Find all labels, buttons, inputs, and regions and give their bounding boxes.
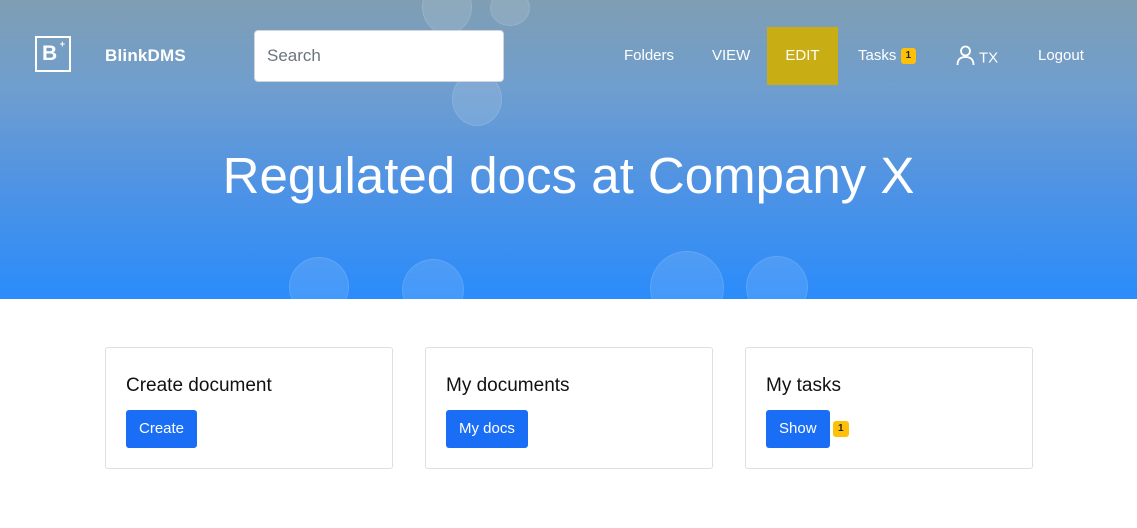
card-title: My documents (446, 375, 570, 396)
top-navbar: B + BlinkDMS Folders VIEW EDIT Tasks 1 T… (0, 0, 1137, 112)
create-button[interactable]: Create (126, 410, 198, 448)
nav-logout[interactable]: Logout (1038, 46, 1084, 66)
show-tasks-button[interactable]: Show (766, 410, 830, 448)
nav-edit[interactable]: EDIT (767, 27, 838, 85)
brand-logo-icon[interactable]: B + (35, 36, 71, 72)
decorative-bubble (402, 259, 464, 299)
nav-user[interactable]: TX (956, 45, 998, 72)
nav-view[interactable]: VIEW (712, 46, 750, 66)
card-my-tasks: My tasks Show 1 (745, 347, 1033, 469)
tasks-count-badge: 1 (833, 421, 849, 437)
card-my-documents: My documents My docs (425, 347, 713, 469)
logo-letter: B (42, 42, 58, 65)
user-icon (956, 45, 975, 72)
my-docs-button[interactable]: My docs (446, 410, 528, 448)
logo-mark: + (59, 39, 65, 49)
decorative-bubble (650, 251, 724, 299)
decorative-bubble (289, 257, 349, 299)
hero-banner: B + BlinkDMS Folders VIEW EDIT Tasks 1 T… (0, 0, 1137, 299)
nav-tasks-label: Tasks (858, 47, 897, 64)
nav-tasks[interactable]: Tasks 1 (858, 46, 917, 66)
tasks-count-badge: 1 (900, 48, 917, 65)
decorative-bubble (746, 256, 808, 299)
search-input[interactable] (254, 30, 504, 82)
card-create-document: Create document Create (105, 347, 393, 469)
brand-name[interactable]: BlinkDMS (105, 45, 186, 67)
card-title: My tasks (766, 375, 841, 396)
nav-folders[interactable]: Folders (624, 46, 674, 66)
page-title: Regulated docs at Company X (222, 147, 915, 204)
card-title: Create document (126, 375, 272, 396)
nav-user-label: TX (979, 49, 999, 67)
